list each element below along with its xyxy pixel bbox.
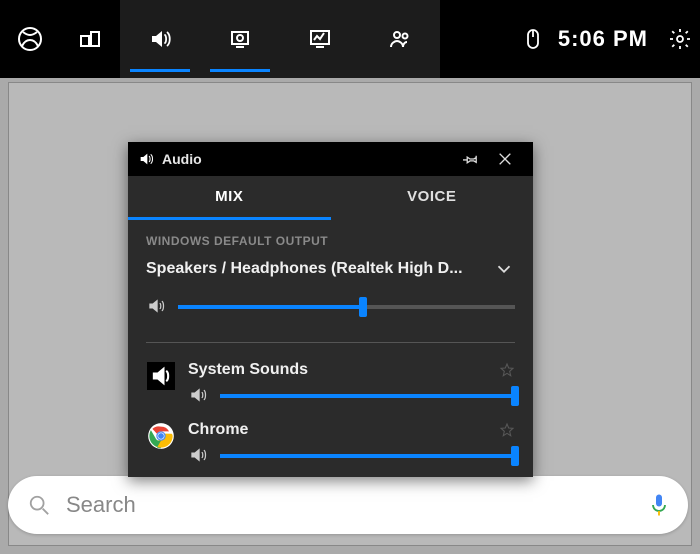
tab-mix[interactable]: MIX (128, 176, 331, 220)
search-bar[interactable]: Search (8, 476, 688, 534)
star-icon[interactable] (499, 422, 515, 438)
tab-voice[interactable]: VOICE (331, 176, 534, 220)
audio-tab-icon[interactable] (120, 0, 200, 78)
app-name: Chrome (188, 421, 248, 439)
output-device-name: Speakers / Headphones (Realtek High D... (146, 260, 463, 278)
output-section-label: WINDOWS DEFAULT OUTPUT (146, 234, 515, 248)
widgets-icon[interactable] (60, 0, 120, 78)
system-sounds-icon (146, 361, 176, 391)
speaker-icon[interactable] (146, 296, 166, 316)
clock: 5:06 PM (558, 26, 648, 52)
xbox-icon[interactable] (0, 0, 60, 78)
star-icon[interactable] (499, 362, 515, 378)
app-row-chrome: Chrome (128, 417, 533, 477)
divider (146, 342, 515, 343)
master-volume-row (146, 296, 515, 316)
close-icon[interactable] (497, 151, 523, 167)
speaker-icon[interactable] (188, 445, 208, 465)
chrome-icon (146, 421, 176, 451)
panel-tabs: MIX VOICE (128, 176, 533, 220)
settings-icon[interactable] (660, 0, 700, 78)
speaker-icon[interactable] (188, 385, 208, 405)
search-icon (28, 494, 50, 516)
output-device-dropdown[interactable]: Speakers / Headphones (Realtek High D... (146, 258, 515, 280)
audio-icon (138, 151, 154, 167)
performance-tab-icon[interactable] (280, 0, 360, 78)
game-bar: 5:06 PM (0, 0, 700, 78)
app-volume-slider[interactable] (220, 385, 515, 405)
app-volume-slider[interactable] (220, 445, 515, 465)
capture-tab-icon[interactable] (200, 0, 280, 78)
pin-icon[interactable] (463, 151, 489, 167)
app-row-system-sounds: System Sounds (128, 357, 533, 417)
mouse-icon[interactable] (516, 0, 550, 78)
search-placeholder: Search (66, 492, 650, 518)
master-volume-slider[interactable] (178, 296, 515, 316)
panel-title: Audio (162, 151, 455, 167)
mic-icon[interactable] (650, 493, 668, 517)
app-name: System Sounds (188, 361, 308, 379)
audio-panel: Audio MIX VOICE WINDOWS DEFAULT OUTPUT S… (128, 142, 533, 477)
chevron-down-icon (493, 258, 515, 280)
panel-title-bar[interactable]: Audio (128, 142, 533, 176)
social-tab-icon[interactable] (360, 0, 440, 78)
